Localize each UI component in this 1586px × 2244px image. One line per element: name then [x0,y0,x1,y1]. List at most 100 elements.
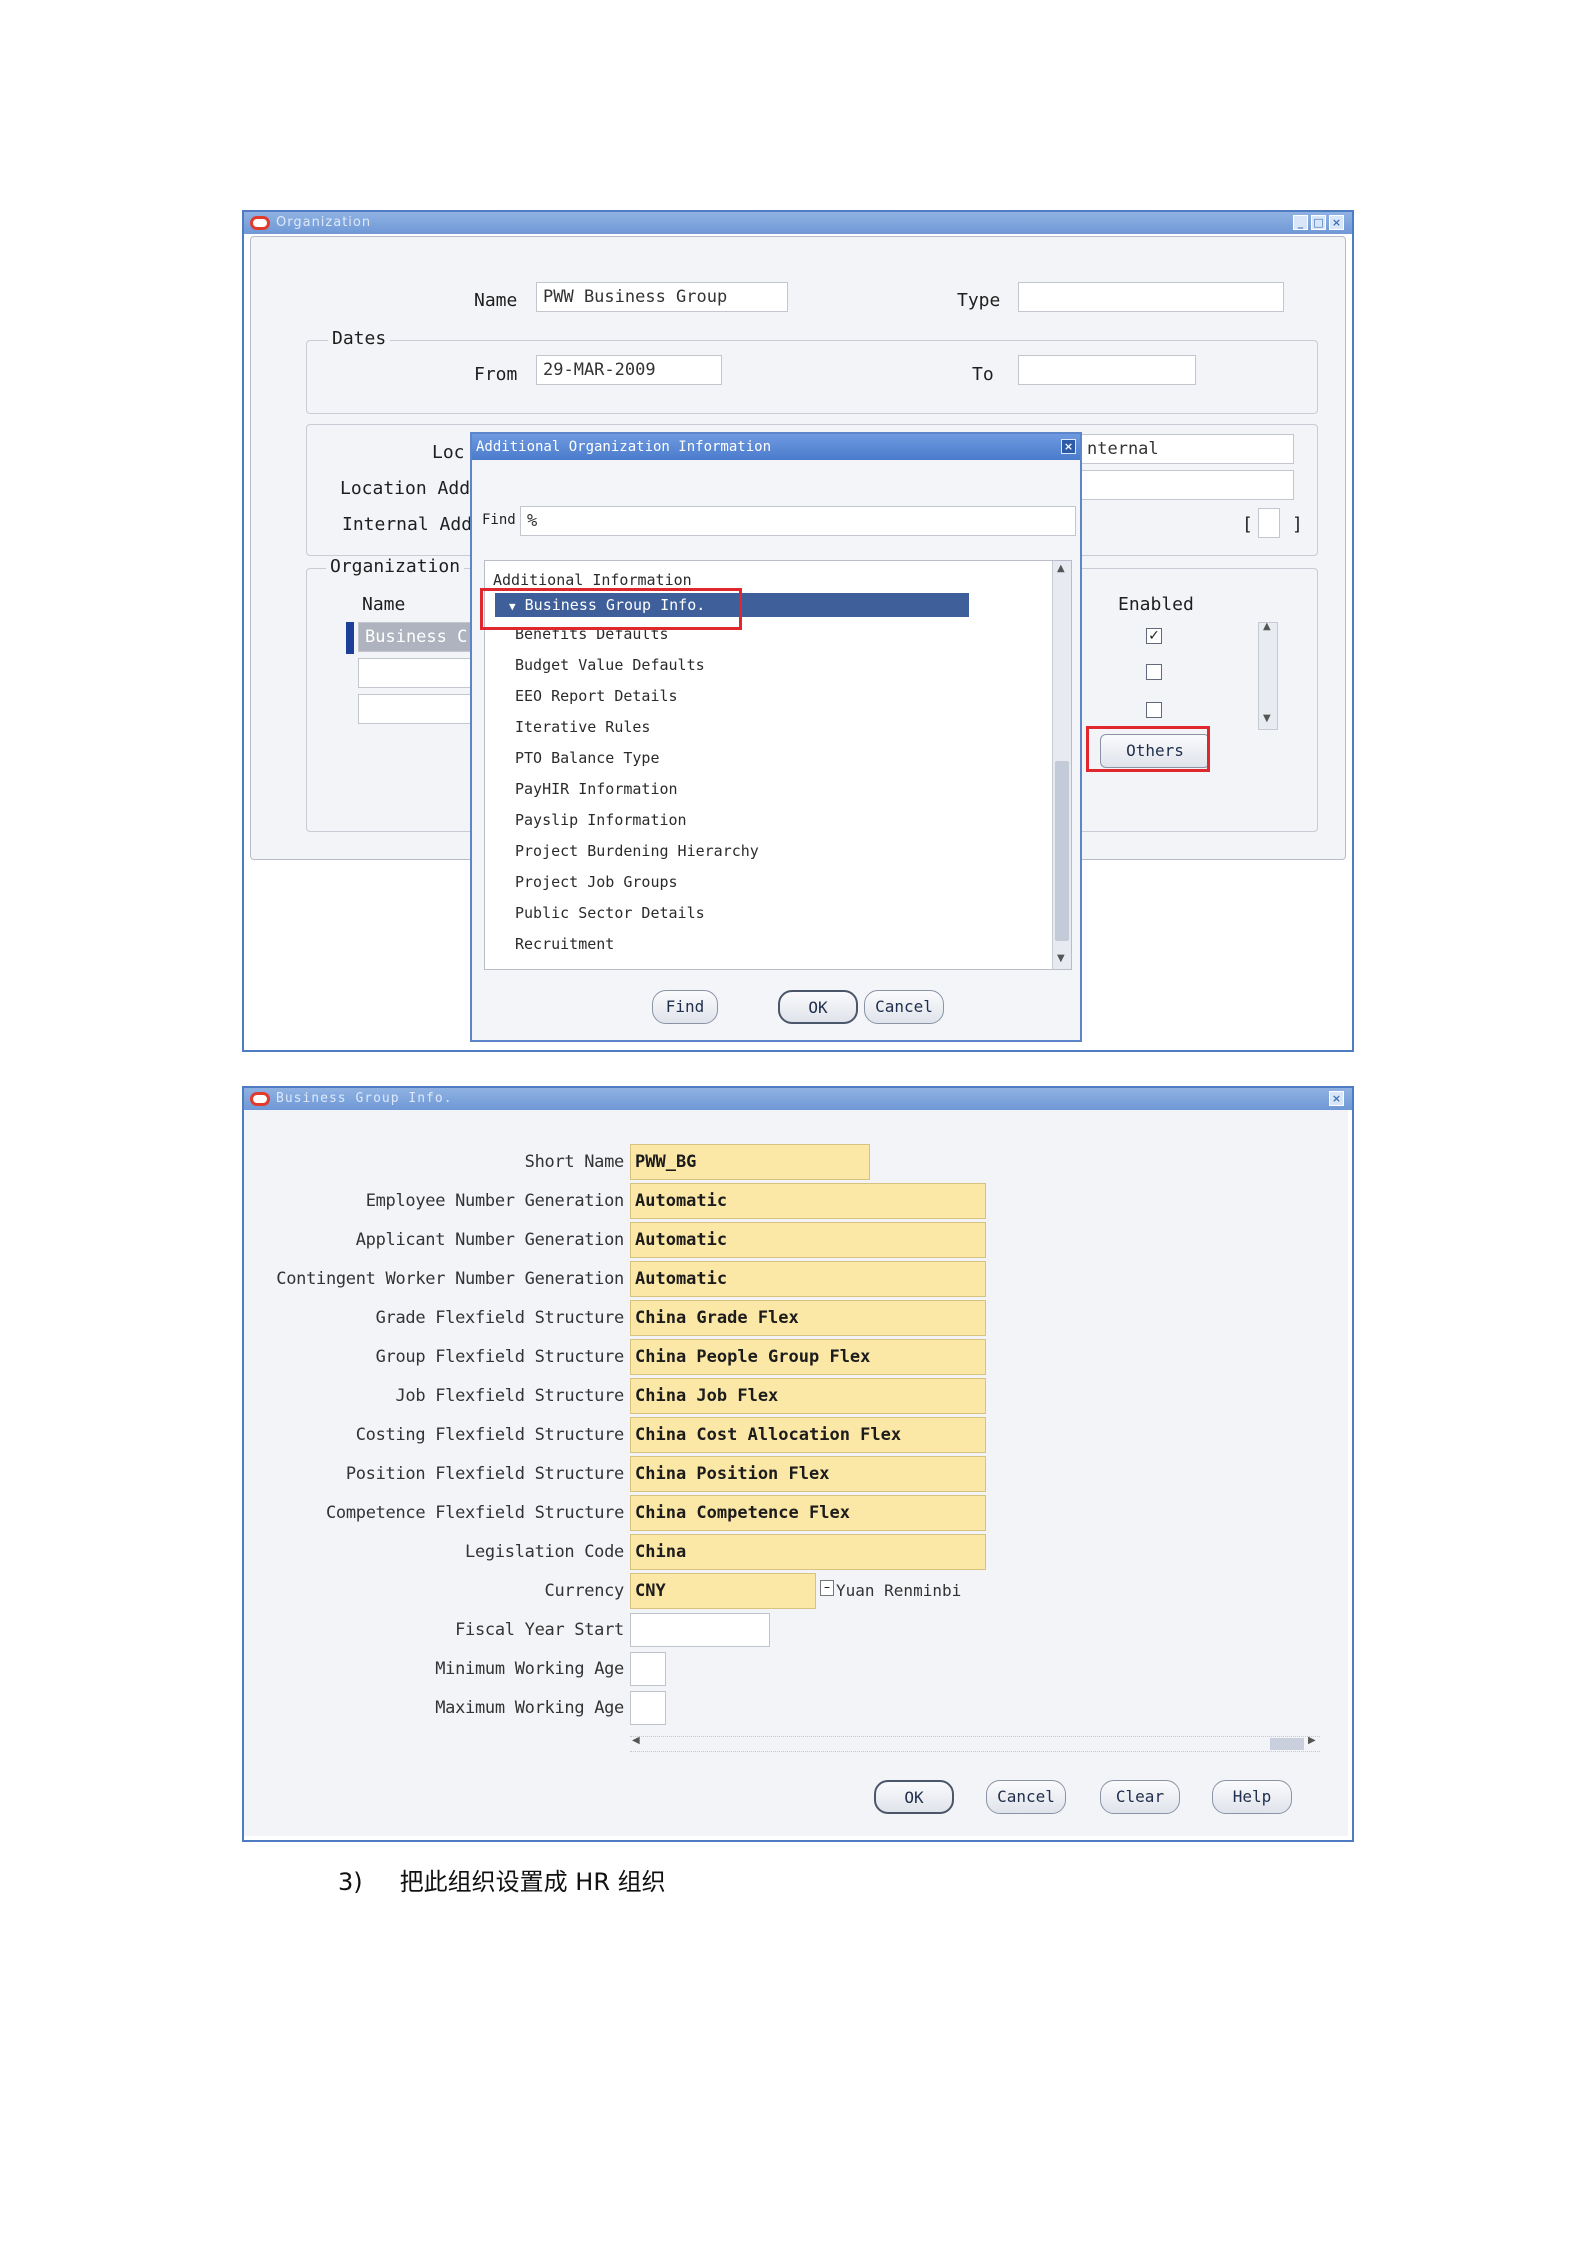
business-group-info-highlight [480,588,742,630]
field-label: Maximum Working Age [435,1698,624,1718]
from-date-field[interactable]: 29-MAR-2009 [536,355,722,385]
list-header: Additional Information [493,571,692,589]
type-field[interactable] [1018,282,1284,312]
field-label: Group Flexfield Structure [375,1347,625,1367]
oracle-logo-icon [250,216,270,230]
classifications-scrollbar[interactable]: ▲ ▼ [1258,621,1278,730]
dialog-find-label: Find [482,512,516,528]
maximize-icon[interactable]: □ [1311,215,1326,230]
field-label: Fiscal Year Start [455,1620,624,1640]
grade-flexfield-structure-field[interactable]: China Grade Flex [630,1300,986,1336]
scroll-down-icon[interactable]: ▼ [1263,713,1271,724]
minimum-working-age-field[interactable] [630,1652,666,1686]
enabled-checkbox-3[interactable] [1146,702,1162,718]
internal-external-field[interactable]: nternal [1080,434,1294,464]
step-caption: 3) 把此组织设置成 HR 组织 [338,1862,666,1897]
bracket-left: [ [1242,514,1253,535]
costing-flexfield-structure-field[interactable]: China Cost Allocation Flex [630,1417,986,1453]
currency-description: Yuan Renminbi [836,1581,962,1600]
list-item[interactable]: Payslip Information [515,811,687,829]
close-icon[interactable]: × [1329,1091,1344,1106]
dates-label: Dates [328,328,391,349]
bg-ok-button[interactable]: OK [874,1780,954,1814]
list-item[interactable]: Project Burdening Hierarchy [515,842,759,860]
list-item[interactable]: EEO Report Details [515,687,678,705]
horizontal-scrollbar[interactable]: ◀ ▶ [630,1735,1320,1752]
oracle-logo-icon [250,1092,270,1106]
position-flexfield-structure-field[interactable]: China Position Flex [630,1456,986,1492]
location-address-label: Location Add [340,478,471,499]
field-label: Employee Number Generation [365,1191,625,1211]
group-flexfield-structure-field[interactable]: China People Group Flex [630,1339,986,1375]
applicant-number-generation-field[interactable]: Automatic [630,1222,986,1258]
fiscal-year-start-field[interactable] [630,1613,770,1647]
contingent-worker-number-generation-field[interactable]: Automatic [630,1261,986,1297]
others-highlight [1086,726,1210,772]
field-label: Competence Flexfield Structure [325,1503,624,1523]
currency-dash-icon: – [820,1580,834,1596]
to-date-field[interactable] [1018,355,1196,385]
list-item[interactable]: Public Sector Details [515,904,705,922]
field-label: Position Flexfield Structure [345,1464,624,1484]
dialog-close-icon[interactable]: × [1061,439,1076,454]
bg-clear-button[interactable]: Clear [1100,1780,1180,1814]
type-label: Type [957,290,1001,311]
field-label: Legislation Code [465,1542,624,1562]
window-title: Organization [276,215,372,230]
field-label: Contingent Worker Number Generation [276,1269,624,1289]
scroll-right-icon[interactable]: ▶ [1308,1735,1316,1746]
org-classification-label: Organization [326,556,465,577]
descriptive-flexfield[interactable] [1258,508,1280,538]
close-icon[interactable]: × [1329,215,1344,230]
list-item[interactable]: Budget Value Defaults [515,656,705,674]
current-record-indicator [346,622,354,654]
dialog-find-field[interactable]: % [520,506,1076,536]
legislation-code-field[interactable]: China [630,1534,986,1570]
field-label: Currency [544,1581,625,1601]
dialog-cancel-button[interactable]: Cancel [864,990,944,1024]
dialog-ok-button[interactable]: OK [778,990,858,1024]
employee-number-generation-field[interactable]: Automatic [630,1183,986,1219]
list-scroll-thumb[interactable] [1055,761,1069,941]
bg-help-button[interactable]: Help [1212,1780,1292,1814]
field-label: Costing Flexfield Structure [355,1425,625,1445]
dialog-find-button[interactable]: Find [652,990,718,1024]
list-scrollbar[interactable]: ▲ ▼ [1052,561,1071,969]
step-number: 3) [338,1868,363,1896]
field-label: Job Flexfield Structure [395,1386,624,1406]
location-address-field[interactable] [1080,470,1294,500]
bracket-right: ] [1292,514,1303,535]
competence-flexfield-structure-field[interactable]: China Competence Flex [630,1495,986,1531]
maximum-working-age-field[interactable] [630,1691,666,1725]
to-label: To [972,364,994,385]
list-scroll-up-icon[interactable]: ▲ [1057,563,1065,574]
scroll-thumb[interactable] [1270,1738,1304,1750]
scroll-up-icon[interactable]: ▲ [1263,621,1271,632]
minimize-icon[interactable]: _ [1293,215,1308,230]
enabled-checkbox-1[interactable]: ✓ [1146,628,1162,644]
list-scroll-down-icon[interactable]: ▼ [1057,953,1065,964]
scroll-left-icon[interactable]: ◀ [632,1735,640,1746]
job-flexfield-structure-field[interactable]: China Job Flex [630,1378,986,1414]
list-item[interactable]: PTO Balance Type [515,749,660,767]
name-field[interactable]: PWW Business Group [536,282,788,312]
enabled-checkbox-2[interactable] [1146,664,1162,680]
short-name-field[interactable]: PWW_BG [630,1144,870,1180]
list-item[interactable]: Project Job Groups [515,873,678,891]
col-name-header: Name [362,594,406,615]
name-label: Name [474,290,518,311]
internal-address-label: Internal Add [342,514,473,535]
currency-field[interactable]: CNY [630,1573,816,1609]
additional-org-info-dialog: Additional Organization Information × Fi… [470,432,1082,1042]
bg-window-title: Business Group Info. [276,1091,453,1106]
list-item[interactable]: PayHIR Information [515,780,678,798]
step-text: 把此组织设置成 HR 组织 [399,1868,666,1896]
bg-cancel-button[interactable]: Cancel [986,1780,1066,1814]
list-item[interactable]: Iterative Rules [515,718,650,736]
list-item[interactable]: Recruitment [515,935,614,953]
field-label: Minimum Working Age [435,1659,624,1679]
bg-info-titlebar: Business Group Info. × [244,1088,1352,1110]
dialog-title: Additional Organization Information [472,434,1080,460]
field-label: Applicant Number Generation [355,1230,625,1250]
field-label: Grade Flexfield Structure [375,1308,625,1328]
